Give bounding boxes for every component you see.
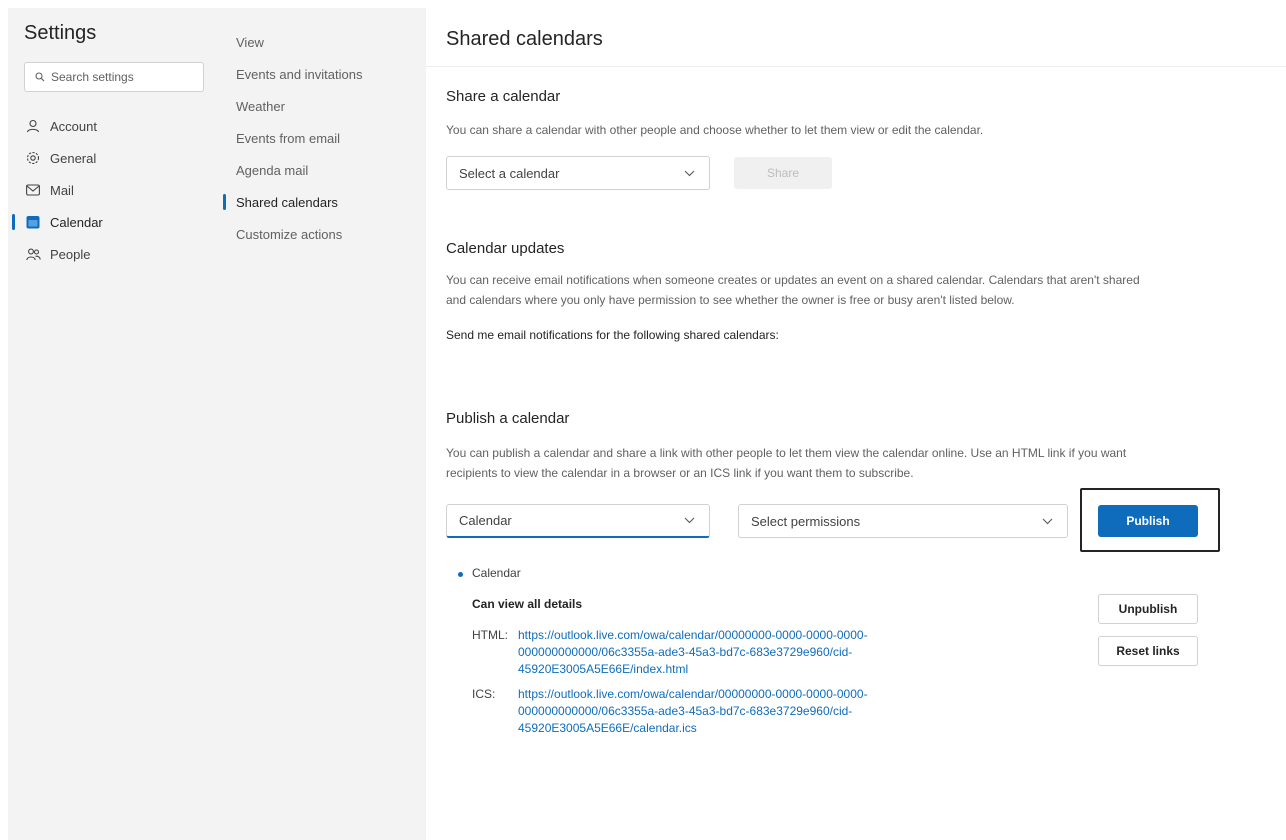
reset-links-button[interactable]: Reset links: [1098, 636, 1198, 666]
subnav-item-view[interactable]: View: [222, 26, 422, 58]
publish-button[interactable]: Publish: [1098, 505, 1198, 537]
link-line: 45920E3005A5E66E/index.html: [518, 662, 689, 676]
html-link[interactable]: https://outlook.live.com/owa/calendar/00…: [518, 627, 958, 678]
subnav-item-weather[interactable]: Weather: [222, 90, 422, 122]
publish-calendar-heading: Publish a calendar: [446, 410, 570, 427]
unpublish-button[interactable]: Unpublish: [1098, 594, 1198, 624]
sidebar-item-label: General: [50, 150, 97, 166]
publish-calendar-dropdown[interactable]: Calendar: [446, 504, 710, 538]
subnav-item-label: View: [236, 34, 264, 50]
mail-icon: [25, 182, 41, 198]
subnav-item-agenda-mail[interactable]: Agenda mail: [222, 154, 422, 186]
person-icon: [25, 118, 41, 134]
sidebar-item-mail[interactable]: Mail: [10, 174, 210, 206]
select-permissions-dropdown[interactable]: Select permissions: [738, 504, 1068, 538]
search-settings-input[interactable]: Search settings: [24, 62, 204, 92]
subnav-item-label: Events and invitations: [236, 66, 363, 82]
published-calendar-name: Calendar: [472, 566, 521, 580]
ics-link-label: ICS:: [472, 687, 496, 701]
html-link-label: HTML:: [472, 628, 508, 642]
subnav-item-shared-calendars[interactable]: Shared calendars: [222, 186, 422, 218]
calendar-updates-description: You can receive email notifications when…: [446, 270, 1266, 310]
subnav-item-events-from-email[interactable]: Events from email: [222, 122, 422, 154]
sidebar-item-people[interactable]: People: [10, 238, 210, 270]
subnav-item-customize-actions[interactable]: Customize actions: [222, 218, 422, 250]
subnav-item-label: Agenda mail: [236, 162, 309, 178]
search-placeholder: Search settings: [51, 70, 134, 84]
subnav-item-label: Events from email: [236, 130, 341, 146]
shared-calendars-panel: Shared calendars Share a calendar You ca…: [426, 0, 1286, 840]
subnav-item-events-and-invitations[interactable]: Events and invitations: [222, 58, 422, 90]
select-permissions-value: Select permissions: [751, 513, 861, 529]
sidebar-item-calendar[interactable]: Calendar: [10, 206, 210, 238]
sidebar-item-general[interactable]: General: [10, 142, 210, 174]
sidebar-item-label: Calendar: [50, 214, 103, 230]
chevron-down-icon: [684, 517, 695, 524]
publish-calendar-description: You can publish a calendar and share a l…: [446, 443, 1266, 483]
notifications-label: Send me email notifications for the foll…: [446, 328, 779, 342]
sidebar-item-label: Account: [50, 118, 97, 134]
title-divider: [426, 66, 1286, 67]
calendar-updates-heading: Calendar updates: [446, 240, 565, 257]
subnav-item-label: Customize actions: [236, 226, 343, 242]
link-line: 000000000000/06c3355a-ade3-45a3-bd7c-683…: [518, 645, 853, 659]
bullet-icon: [458, 572, 463, 577]
sidebar-item-account[interactable]: Account: [10, 110, 210, 142]
subnav-item-label: Shared calendars: [236, 194, 338, 210]
people-icon: [25, 246, 41, 262]
description-line: and calendars where you only have permis…: [446, 293, 1015, 307]
calendar-subsection-list: View Events and invitations Weather Even…: [222, 26, 422, 250]
link-line: 45920E3005A5E66E/calendar.ics: [518, 721, 697, 735]
permission-label: Can view all details: [472, 597, 583, 611]
page-title: Shared calendars: [446, 28, 603, 50]
description-line: You can receive email notifications when…: [446, 273, 1140, 287]
calendar-icon: [25, 214, 41, 230]
publish-calendar-value: Calendar: [459, 513, 512, 528]
description-line: recipients to view the calendar in a bro…: [446, 466, 914, 480]
share-calendar-heading: Share a calendar: [446, 88, 561, 105]
link-line: https://outlook.live.com/owa/calendar/00…: [518, 628, 868, 642]
settings-category-list: Account General Mail Calendar People: [10, 110, 210, 270]
sidebar-item-label: People: [50, 246, 91, 262]
select-calendar-value: Select a calendar: [459, 165, 560, 181]
link-line: https://outlook.live.com/owa/calendar/00…: [518, 687, 868, 701]
selection-indicator: [12, 214, 15, 230]
share-calendar-description: You can share a calendar with other peop…: [446, 123, 984, 137]
chevron-down-icon: [684, 170, 695, 177]
ics-link[interactable]: https://outlook.live.com/owa/calendar/00…: [518, 686, 958, 737]
link-line: 000000000000/06c3355a-ade3-45a3-bd7c-683…: [518, 704, 853, 718]
chevron-down-icon: [1042, 518, 1053, 525]
gear-icon: [25, 150, 41, 166]
selection-indicator: [223, 194, 226, 210]
select-calendar-dropdown[interactable]: Select a calendar: [446, 156, 710, 190]
settings-title: Settings: [24, 22, 97, 44]
sidebar-item-label: Mail: [50, 182, 74, 198]
description-line: You can publish a calendar and share a l…: [446, 446, 1127, 460]
share-button[interactable]: Share: [734, 157, 832, 189]
subnav-item-label: Weather: [236, 98, 285, 114]
search-icon: [35, 72, 45, 82]
